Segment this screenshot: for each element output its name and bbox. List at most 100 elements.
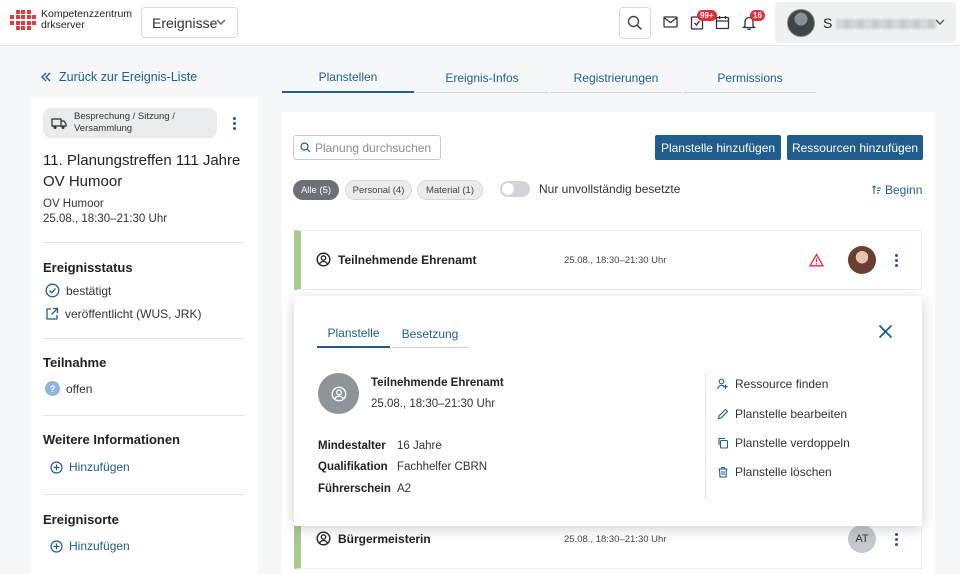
- attr-min-age-label: Mindestalter: [318, 440, 386, 452]
- duplicate-position-action[interactable]: Planstelle verdoppeln: [717, 436, 850, 450]
- chevron-down-icon: [216, 19, 226, 25]
- event-more-menu-icon[interactable]: [229, 117, 239, 130]
- close-icon[interactable]: [877, 323, 894, 340]
- user-name: S: [823, 15, 937, 31]
- plus-circle-icon: [50, 460, 63, 474]
- double-chevron-left-icon: [41, 72, 51, 82]
- participation-heading: Teilnahme: [43, 355, 107, 370]
- attr-license-value: A2: [397, 483, 412, 495]
- tab-ereignis-infos[interactable]: Ereignis-Infos: [416, 63, 548, 93]
- more-info-add-button[interactable]: Hinzufügen: [50, 460, 130, 474]
- back-link-label: Zurück zur Ereignis-Liste: [59, 70, 198, 84]
- tab-permissions[interactable]: Permissions: [684, 63, 816, 93]
- search-button[interactable]: [619, 7, 651, 39]
- status-heading: Ereignisstatus: [43, 260, 133, 275]
- person-circle-icon: [316, 252, 331, 267]
- divider: [705, 373, 706, 499]
- attr-qualification-value: Fachhelfer CBRN: [397, 461, 488, 473]
- redacted-name: [836, 18, 937, 29]
- user-menu[interactable]: S: [775, 2, 956, 43]
- delete-position-action[interactable]: Planstelle löschen: [717, 465, 832, 479]
- locations-heading: Ereignisorte: [43, 512, 119, 527]
- row-more-menu-icon[interactable]: [891, 533, 901, 546]
- more-info-heading: Weitere Informationen: [43, 432, 181, 447]
- event-org: OV Humoor: [43, 198, 104, 210]
- divider: [43, 242, 244, 243]
- check-circle-icon: [45, 283, 60, 298]
- logo-line2: drkserver: [41, 19, 85, 31]
- person-circle-icon: [316, 531, 331, 546]
- user-avatar: [787, 8, 815, 37]
- attr-min-age-value: 16 Jahre: [397, 440, 442, 452]
- status-confirmed: bestätigt: [45, 283, 111, 298]
- popup-tabs: Planstelle Besetzung: [317, 320, 468, 348]
- divider: [43, 415, 244, 416]
- event-type-line1: Besprechung / Sitzung /: [74, 111, 175, 122]
- tab-planstellen[interactable]: Planstellen: [282, 63, 414, 93]
- position-row[interactable]: Teilnehmende Ehrenamt 25.08., 18:30–21:3…: [294, 230, 922, 290]
- add-resources-button[interactable]: Ressourcen hinzufügen: [787, 135, 923, 160]
- question-icon: ?: [45, 381, 60, 396]
- locations-add-button[interactable]: Hinzufügen: [50, 539, 130, 553]
- tab-registrierungen[interactable]: Registrierungen: [550, 63, 682, 93]
- copy-icon: [718, 437, 729, 449]
- person-circle-icon: [331, 386, 346, 401]
- notifications-badge: 16: [750, 10, 765, 21]
- filter-material[interactable]: Material (1): [417, 180, 483, 200]
- find-resource-action[interactable]: Ressource finden: [717, 377, 828, 391]
- calendar-icon: [715, 15, 729, 29]
- search-placeholder: Planung durchsuchen: [315, 140, 432, 155]
- plus-circle-icon: [50, 539, 63, 553]
- chevron-down-icon: [935, 19, 945, 25]
- pencil-icon: [717, 408, 729, 420]
- position-date: 25.08., 18:30–21:30 Uhr: [564, 255, 667, 266]
- popup-position-date: 25.08., 18:30–21:30 Uhr: [371, 398, 496, 410]
- edit-position-action[interactable]: Planstelle bearbeiten: [717, 407, 847, 421]
- person-search-icon: [717, 378, 728, 390]
- status-published: veröffentlicht (WUS, JRK): [45, 307, 201, 321]
- event-time: 25.08., 18:30–21:30 Uhr: [43, 213, 168, 225]
- search-icon: [627, 15, 643, 31]
- mail-button[interactable]: [661, 13, 679, 31]
- divider: [43, 338, 244, 339]
- participation-status: ? offen: [45, 381, 92, 396]
- assignee-initials-avatar[interactable]: AT: [848, 525, 876, 553]
- planning-search-input[interactable]: Planung durchsuchen: [293, 135, 441, 160]
- truck-icon: [51, 117, 67, 129]
- event-type-chip: Besprechung / Sitzung / Versammlung: [43, 108, 217, 138]
- incomplete-only-label: Nur unvollständig besetzte: [539, 182, 681, 196]
- popup-tab-besetzung[interactable]: Besetzung: [392, 320, 468, 348]
- position-date: 25.08., 18:30–21:30 Uhr: [564, 534, 667, 545]
- logo[interactable]: Kompetenzzentrum drkserver: [10, 9, 132, 31]
- sort-by-start-link[interactable]: Beginn: [872, 183, 922, 197]
- popup-position-title: Teilnehmende Ehrenamt: [371, 377, 504, 389]
- incomplete-only-toggle[interactable]: [500, 181, 530, 197]
- module-select[interactable]: Ereignisse: [141, 7, 238, 38]
- module-select-value: Ereignisse: [152, 14, 218, 31]
- mail-icon: [662, 16, 678, 28]
- back-to-event-list-link[interactable]: Zurück zur Ereignis-Liste: [40, 70, 197, 84]
- position-title: Teilnehmende Ehrenamt: [338, 252, 477, 267]
- calendar-button[interactable]: [713, 13, 731, 31]
- row-more-menu-icon[interactable]: [891, 254, 901, 267]
- add-position-button[interactable]: Planstelle hinzufügen: [655, 135, 781, 160]
- logo-mark-icon: [10, 9, 36, 31]
- popup-tab-planstelle[interactable]: Planstelle: [317, 320, 390, 348]
- notifications-button[interactable]: 16: [740, 10, 765, 31]
- attr-license-label: Führerschein: [318, 483, 391, 495]
- position-avatar: [318, 373, 359, 414]
- divider: [43, 494, 244, 495]
- attr-qualification-label: Qualifikation: [318, 461, 388, 473]
- event-title: 11. Planungstreffen 111 Jahre OV Humoor: [43, 152, 241, 190]
- filter-personal[interactable]: Personal (4): [345, 180, 412, 200]
- position-detail-popup: Planstelle Besetzung Teilnehmende Ehrena…: [294, 296, 922, 526]
- trash-icon: [718, 466, 728, 478]
- search-icon: [300, 142, 311, 153]
- tasks-button[interactable]: 99+: [688, 10, 717, 31]
- assignee-avatar[interactable]: [848, 246, 876, 274]
- warning-icon: [809, 253, 824, 267]
- event-type-line2: Versammlung: [74, 123, 133, 134]
- position-title: Bürgermeisterin: [338, 531, 431, 546]
- top-header: Kompetenzzentrum drkserver Ereignisse 99…: [0, 0, 960, 46]
- filter-all[interactable]: Alle (5): [293, 180, 339, 200]
